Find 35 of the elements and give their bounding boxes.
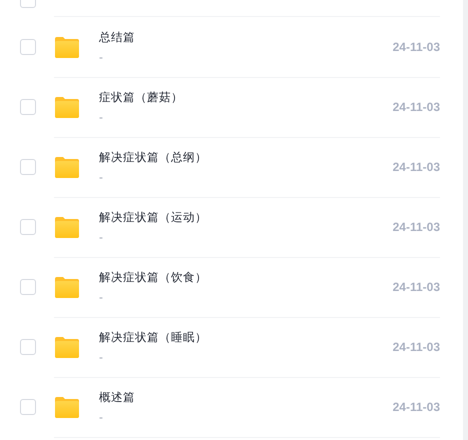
share-date: 24-11-03 <box>392 400 440 414</box>
share-date: 24-11-03 <box>392 280 440 294</box>
checkbox[interactable] <box>20 159 36 175</box>
folder-icon <box>54 334 80 358</box>
checkbox[interactable] <box>20 39 36 55</box>
folder-name[interactable]: 概述篇 <box>99 390 393 404</box>
checkbox[interactable] <box>20 219 36 235</box>
folder-description: - <box>99 170 104 184</box>
folder-name[interactable]: 解决症状篇（饮食） <box>99 270 393 284</box>
folder-description: - <box>99 110 104 124</box>
share-date: 24-11-03 <box>392 100 440 114</box>
share-date: 24-11-03 <box>392 340 440 354</box>
share-date: 24-11-03 <box>392 220 440 234</box>
checkbox[interactable] <box>20 99 36 115</box>
folder-description: - <box>99 50 104 64</box>
folder-description: - <box>99 290 104 304</box>
checkbox[interactable] <box>20 339 36 355</box>
folder-icon <box>54 214 80 238</box>
folder-icon <box>54 154 80 178</box>
checkbox[interactable] <box>20 399 36 415</box>
folder-description: - <box>99 350 104 364</box>
folder-icon <box>54 34 80 58</box>
folder-name[interactable]: 解决症状篇（运动） <box>99 210 393 224</box>
folder-name[interactable]: 解决症状篇（睡眠） <box>99 330 393 344</box>
folder-description: - <box>99 410 104 424</box>
share-date: 24-11-03 <box>392 40 440 54</box>
folder-name[interactable]: 解决症状篇（总纲） <box>99 150 393 164</box>
folder-icon <box>54 394 80 418</box>
folder-description: - <box>99 230 104 244</box>
checkbox[interactable] <box>20 279 36 295</box>
folder-name[interactable]: 症状篇（蘑菇） <box>99 90 393 104</box>
folder-name[interactable]: 总结篇 <box>99 30 393 44</box>
folder-icon <box>54 94 80 118</box>
share-date: 24-11-03 <box>392 160 440 174</box>
folder-icon <box>54 274 80 298</box>
